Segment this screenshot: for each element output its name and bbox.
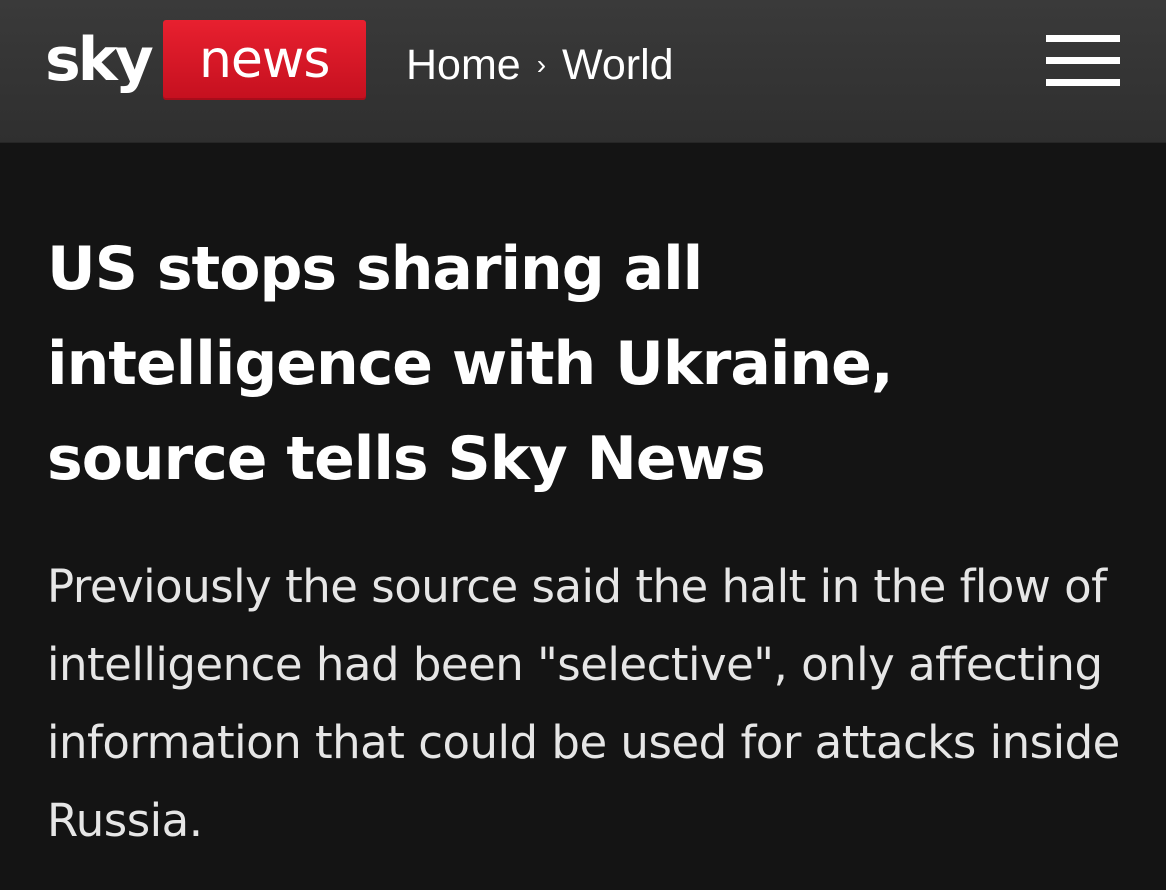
logo-sky-wordmark: sky xyxy=(45,25,154,95)
menu-bar-middle xyxy=(1046,57,1120,64)
menu-bar-bottom xyxy=(1046,79,1120,86)
menu-bar-top xyxy=(1046,35,1120,42)
logo-news-badge: news xyxy=(162,20,366,100)
breadcrumb-home-link[interactable]: Home xyxy=(406,41,521,90)
breadcrumb: Home › World xyxy=(406,37,674,93)
article-headline: US stops sharing all intelligence with U… xyxy=(47,234,894,494)
breadcrumb-world-link[interactable]: World xyxy=(562,41,674,90)
breadcrumb-chevron-icon: › xyxy=(536,49,547,80)
hamburger-menu-icon[interactable] xyxy=(1046,33,1120,89)
sky-news-logo[interactable]: sky news xyxy=(45,20,366,100)
site-header: sky news Home › World xyxy=(0,0,1166,143)
article-standfirst: Previously the source said the halt in t… xyxy=(47,560,1120,847)
